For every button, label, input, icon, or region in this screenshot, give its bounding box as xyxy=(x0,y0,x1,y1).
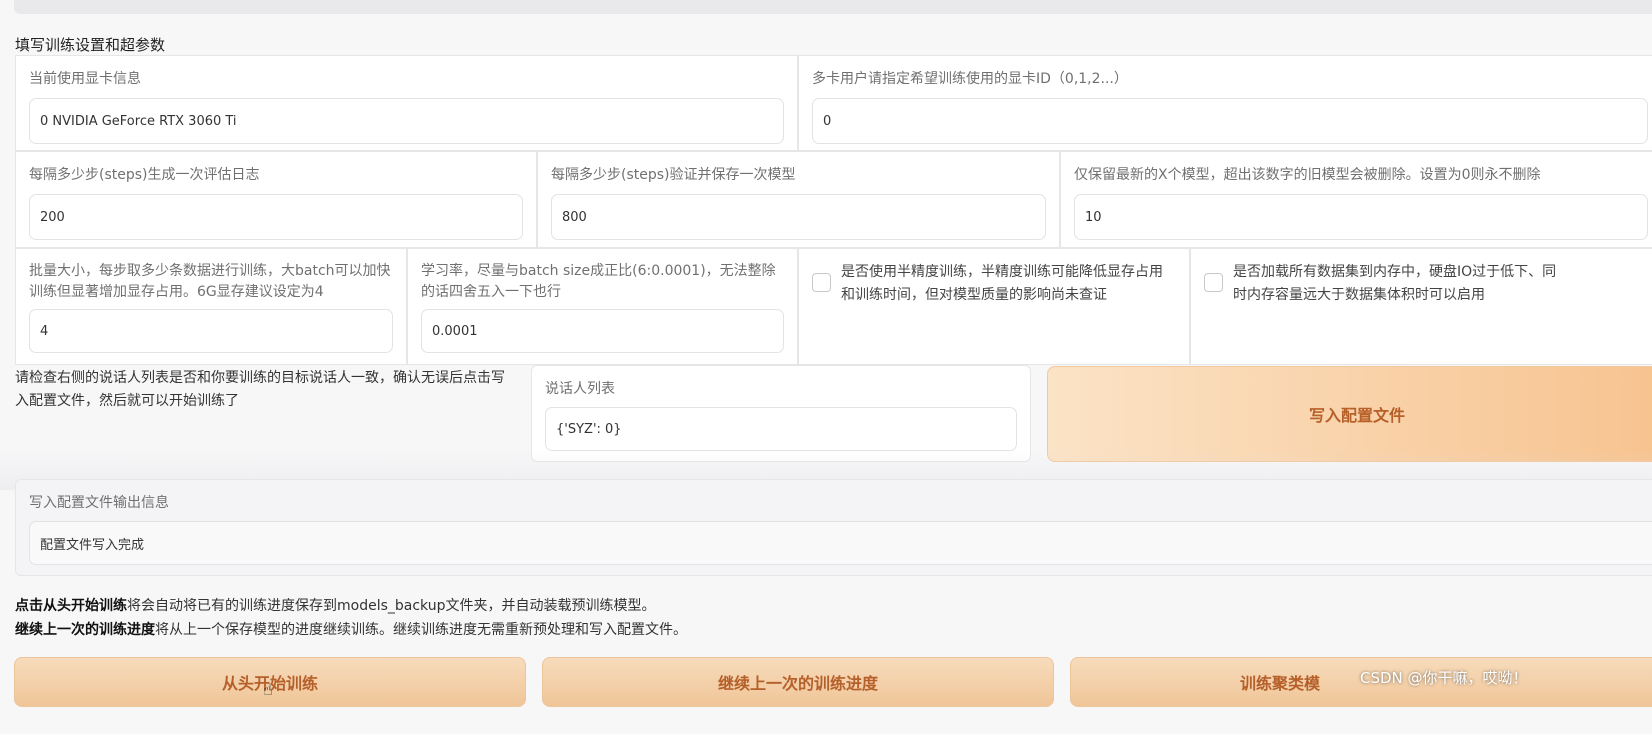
section-title: 填写训练设置和超参数 xyxy=(15,36,166,54)
gpu-id-label: 多卡用户请指定希望训练使用的显卡ID（0,1,2...） xyxy=(812,71,1128,87)
batch-size-input[interactable]: 4 xyxy=(29,309,393,353)
hyperparam-row: 批量大小，每步取多少条数据进行训练，大batch可以加快训练但显著增加显存占用。… xyxy=(15,248,1652,365)
info-start-text: 将会自动将已有的训练进度保存到models_backup文件夹，并自动装载预训练… xyxy=(127,598,656,614)
info-line-start: 点击从头开始训练将会自动将已有的训练进度保存到models_backup文件夹，… xyxy=(15,595,1652,615)
load-all-checkbox-row[interactable]: 是否加载所有数据集到内存中，硬盘IO过于低下、同时内存容量远大于数据集体积时可以… xyxy=(1204,261,1648,307)
speaker-list-field[interactable]: {'SYZ': 0} xyxy=(545,407,1017,451)
fp16-checkbox-row[interactable]: 是否使用半精度训练，半精度训练可能降低显存占用和训练时间，但对模型质量的影响尚未… xyxy=(812,261,1176,307)
output-field[interactable]: 配置文件写入完成 xyxy=(29,521,1652,565)
gpu-id-block: 多卡用户请指定希望训练使用的显卡ID（0,1,2...） 0 xyxy=(798,55,1652,151)
save-steps-input[interactable]: 800 xyxy=(551,194,1046,240)
gpu-info-field[interactable]: 0 NVIDIA GeForce RTX 3060 Ti xyxy=(29,98,784,144)
output-label: 写入配置文件输出信息 xyxy=(29,495,169,511)
batch-size-label: 批量大小，每步取多少条数据进行训练，大batch可以加快训练但显著增加显存占用。… xyxy=(29,263,391,300)
eval-steps-input[interactable]: 200 xyxy=(29,194,523,240)
resume-training-button[interactable]: 继续上一次的训练进度 xyxy=(542,657,1054,707)
csdn-watermark: CSDN @你干嘛，哎呦！ xyxy=(1360,669,1528,687)
gpu-row: 当前使用显卡信息 0 NVIDIA GeForce RTX 3060 Ti 多卡… xyxy=(15,55,1652,151)
gpu-info-label: 当前使用显卡信息 xyxy=(29,71,141,87)
info-start-bold: 点击从头开始训练 xyxy=(15,598,127,614)
info-resume-bold: 继续上一次的训练进度 xyxy=(15,622,155,638)
gpu-info-block: 当前使用显卡信息 0 NVIDIA GeForce RTX 3060 Ti xyxy=(15,55,798,151)
mouse-cursor-icon: ☝ xyxy=(263,680,273,699)
check-speakers-note: 请检查右侧的说话人列表是否和你要训练的目标说话人一致，确认无误后点击写入配置文件… xyxy=(15,370,505,409)
fp16-label: 是否使用半精度训练，半精度训练可能降低显存占用和训练时间，但对模型质量的影响尚未… xyxy=(841,264,1163,303)
speaker-list-block: 说话人列表 {'SYZ': 0} xyxy=(531,365,1031,462)
fp16-block: 是否使用半精度训练，半精度训练可能降低显存占用和训练时间，但对模型质量的影响尚未… xyxy=(798,248,1190,365)
batch-size-block: 批量大小，每步取多少条数据进行训练，大batch可以加快训练但显著增加显存占用。… xyxy=(15,248,407,365)
speaker-list-label: 说话人列表 xyxy=(545,381,615,397)
load-all-checkbox[interactable] xyxy=(1204,273,1223,292)
load-all-block: 是否加载所有数据集到内存中，硬盘IO过于低下、同时内存容量远大于数据集体积时可以… xyxy=(1190,248,1652,365)
eval-steps-block: 每隔多少步(steps)生成一次评估日志 200 xyxy=(15,151,537,248)
write-config-button[interactable]: 写入配置文件 xyxy=(1047,366,1652,462)
steps-row: 每隔多少步(steps)生成一次评估日志 200 每隔多少步(steps)验证并… xyxy=(15,151,1652,248)
fp16-checkbox[interactable] xyxy=(812,273,831,292)
load-all-label: 是否加载所有数据集到内存中，硬盘IO过于低下、同时内存容量远大于数据集体积时可以… xyxy=(1233,264,1557,303)
eval-steps-label: 每隔多少步(steps)生成一次评估日志 xyxy=(29,167,260,183)
learning-rate-input[interactable]: 0.0001 xyxy=(421,309,784,353)
save-steps-block: 每隔多少步(steps)验证并保存一次模型 800 xyxy=(537,151,1060,248)
collapsed-panel-header[interactable] xyxy=(14,0,1652,14)
keep-models-input[interactable]: 10 xyxy=(1074,194,1648,240)
gpu-id-input[interactable]: 0 xyxy=(812,98,1648,144)
keep-models-label: 仅保留最新的X个模型，超出该数字的旧模型会被删除。设置为0则永不删除 xyxy=(1074,167,1541,183)
output-block: 写入配置文件输出信息 配置文件写入完成 xyxy=(15,479,1652,576)
learning-rate-label: 学习率，尽量与batch size成正比(6:0.0001)，无法整除的话四舍五… xyxy=(421,263,776,300)
save-steps-label: 每隔多少步(steps)验证并保存一次模型 xyxy=(551,167,796,183)
learning-rate-block: 学习率，尽量与batch size成正比(6:0.0001)，无法整除的话四舍五… xyxy=(407,248,798,365)
keep-models-block: 仅保留最新的X个模型，超出该数字的旧模型会被删除。设置为0则永不删除 10 xyxy=(1060,151,1652,248)
info-resume-text: 将从上一个保存模型的进度继续训练。继续训练进度无需重新预处理和写入配置文件。 xyxy=(155,622,687,638)
info-line-resume: 继续上一次的训练进度将从上一个保存模型的进度继续训练。继续训练进度无需重新预处理… xyxy=(15,619,1652,639)
